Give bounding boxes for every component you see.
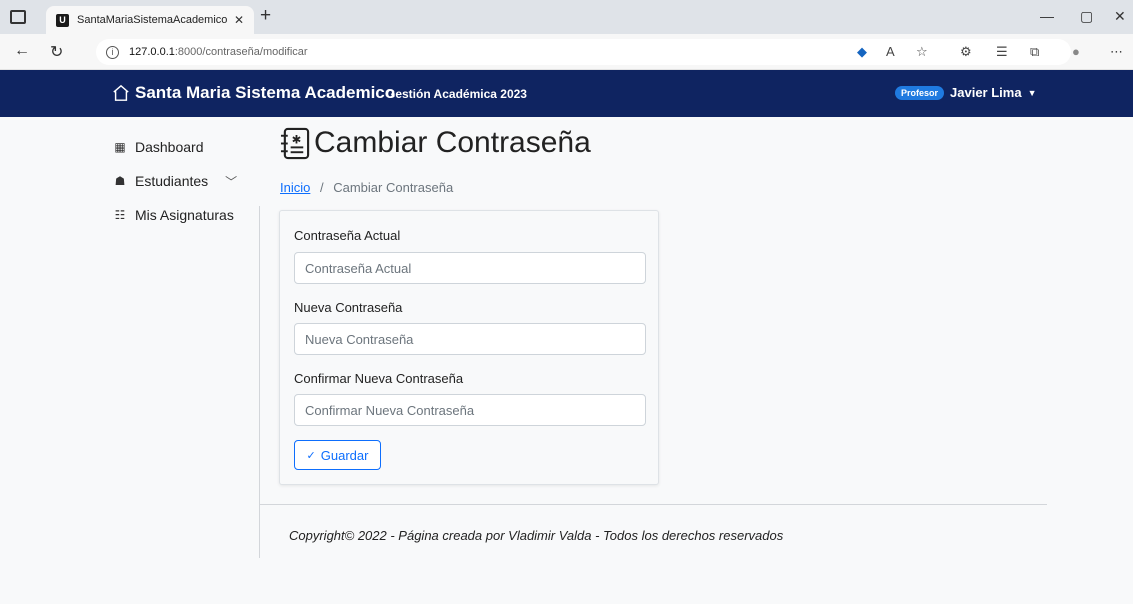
tab-actions-icon[interactable] (10, 10, 26, 24)
breadcrumb: Inicio / Cambiar Contraseña (280, 180, 453, 195)
browser-tab[interactable]: U SantaMariaSistemaAcademico ✕ (46, 6, 254, 34)
user-menu[interactable]: Profesor Javier Lima ▼ (895, 85, 1036, 100)
refresh-icon[interactable]: ↻ (50, 42, 63, 62)
sidebar-item-mis-asignaturas[interactable]: ☷ Mis Asignaturas (112, 198, 247, 232)
app-navbar: Santa Maria Sistema Academico Gestión Ac… (0, 70, 1133, 117)
breadcrumb-home-link[interactable]: Inicio (280, 180, 310, 195)
caret-down-icon: ▼ (1027, 87, 1037, 98)
sidebar-item-estudiantes[interactable]: ☗ Estudiantes ﹀ (112, 164, 247, 198)
sidebar-item-label: Dashboard (135, 139, 204, 155)
page-title: ✱ Cambiar Contraseña (280, 126, 591, 160)
role-badge: Profesor (895, 85, 945, 100)
content-divider (259, 206, 260, 558)
browser-tab-bar: U SantaMariaSistemaAcademico ✕ + — ▢ ✕ (0, 0, 1133, 34)
brand-title: Santa Maria Sistema Academico (135, 83, 396, 102)
breadcrumb-current: Cambiar Contraseña (333, 180, 454, 195)
back-icon[interactable]: ← (14, 42, 30, 60)
minimize-icon[interactable]: — (1040, 8, 1054, 24)
current-password-input[interactable] (294, 252, 646, 284)
sidebar: ▦ Dashboard ☗ Estudiantes ﹀ ☷ Mis Asigna… (112, 130, 247, 232)
check-icon: ✓ (306, 449, 316, 462)
breadcrumb-separator: / (319, 180, 324, 195)
confirm-password-input[interactable] (294, 394, 646, 426)
students-icon: ☗ (114, 174, 126, 188)
favicon-icon: U (56, 13, 69, 27)
close-icon[interactable]: ✕ (234, 13, 244, 27)
svg-text:✱: ✱ (292, 132, 302, 146)
profile-icon[interactable]: ● (1072, 44, 1080, 59)
favorites-list-icon[interactable]: ☰ (996, 44, 1008, 60)
sidebar-item-dashboard[interactable]: ▦ Dashboard (112, 130, 247, 164)
home-icon (113, 84, 129, 101)
navbar-subtitle: Gestión Académica 2023 (386, 87, 527, 101)
tag-icon[interactable]: ◆ (857, 44, 867, 60)
url-host: 127.0.0.1 (129, 46, 175, 58)
list-icon: ☷ (114, 208, 126, 222)
info-icon[interactable]: i (106, 45, 119, 59)
brand-link[interactable]: Santa Maria Sistema Academico (112, 83, 395, 103)
password-form-card: Contraseña Actual Nueva Contraseña Confi… (279, 210, 659, 485)
save-button[interactable]: ✓ Guardar (294, 440, 381, 470)
favorite-icon[interactable]: ☆ (916, 44, 928, 60)
page-title-text: Cambiar Contraseña (314, 126, 591, 159)
url-path: :8000/contraseña/modificar (174, 46, 308, 58)
sidebar-item-label: Mis Asignaturas (135, 207, 234, 223)
password-list-icon: ✱ (280, 127, 310, 159)
current-password-label: Contraseña Actual (294, 228, 401, 243)
sidebar-item-label: Estudiantes (135, 173, 209, 189)
window-close-icon[interactable]: ✕ (1114, 8, 1126, 25)
save-button-label: Guardar (320, 447, 369, 463)
user-name: Javier Lima (950, 85, 1022, 100)
new-password-label: Nueva Contraseña (294, 300, 403, 315)
footer-text: Copyright© 2022 - Página creada por Vlad… (289, 528, 784, 543)
new-password-input[interactable] (294, 323, 646, 355)
collections-icon[interactable]: ⧉ (1030, 44, 1039, 60)
confirm-password-label: Confirmar Nueva Contraseña (294, 371, 464, 386)
grid-icon: ▦ (114, 140, 126, 154)
read-aloud-icon[interactable]: A (886, 44, 895, 59)
new-tab-icon[interactable]: + (260, 5, 271, 27)
address-bar: ← ↻ i 127.0.0.1:8000/contraseña/modifica… (0, 34, 1133, 70)
chevron-down-icon[interactable]: ﹀ (225, 173, 237, 190)
tab-title: SantaMariaSistemaAcademico (77, 14, 228, 26)
extensions-icon[interactable]: ⚙ (960, 44, 972, 60)
restore-icon[interactable]: ▢ (1080, 8, 1093, 25)
more-icon[interactable]: ⋯ (1110, 44, 1123, 60)
footer-divider (259, 504, 1047, 505)
